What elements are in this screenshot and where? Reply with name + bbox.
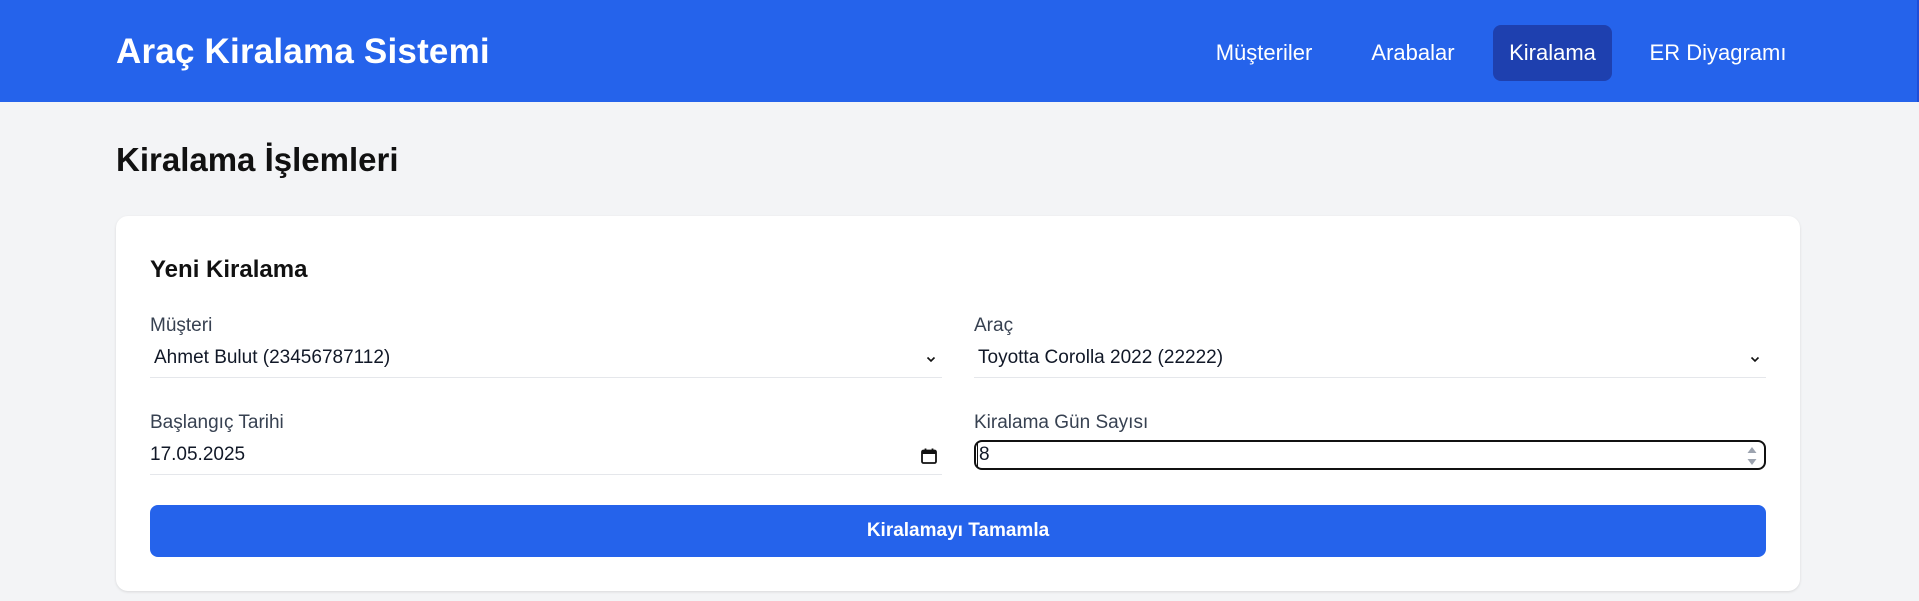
customer-label: Müşteri <box>150 315 213 336</box>
vehicle-select[interactable]: Toyotta Corolla 2022 (22222) <box>974 340 1766 378</box>
page-title: Kiralama İşlemleri <box>116 141 399 178</box>
new-rental-card: Yeni Kiralama Müşteri Ahmet Bulut (23456… <box>116 216 1800 591</box>
rental-days-input[interactable]: 8 <box>974 440 1766 470</box>
spinner-arrows-icon[interactable] <box>1746 444 1758 468</box>
nav-link-musteriler[interactable]: Müşteriler <box>1204 25 1324 81</box>
top-navbar: Araç Kiralama Sistemi Müşteriler Arabala… <box>0 0 1919 102</box>
start-date-input[interactable]: 17.05.2025 <box>150 437 942 475</box>
nav-link-kiralama[interactable]: Kiralama <box>1493 25 1612 81</box>
main-nav: Müşteriler Arabalar Kiralama ER Diyagram… <box>0 25 1919 81</box>
vehicle-select-value: Toyotta Corolla 2022 (22222) <box>978 347 1224 368</box>
start-date-label: Başlangıç Tarihi <box>150 412 284 433</box>
chevron-down-icon <box>926 356 936 363</box>
customer-select[interactable]: Ahmet Bulut (23456787112) <box>150 340 942 378</box>
form-title: Yeni Kiralama <box>150 256 308 283</box>
customer-select-value: Ahmet Bulut (23456787112) <box>154 347 391 368</box>
chevron-down-icon <box>1750 356 1760 363</box>
nav-link-er-diyagrami[interactable]: ER Diyagramı <box>1643 25 1793 81</box>
calendar-icon[interactable] <box>920 447 938 465</box>
complete-rental-button[interactable]: Kiralamayı Tamamla <box>150 505 1766 557</box>
rental-days-value: 8 <box>977 442 990 468</box>
rental-days-label: Kiralama Gün Sayısı <box>974 412 1149 433</box>
start-date-value: 17.05.2025 <box>150 444 246 465</box>
vehicle-label: Araç <box>974 315 1014 336</box>
nav-link-arabalar[interactable]: Arabalar <box>1361 25 1465 81</box>
